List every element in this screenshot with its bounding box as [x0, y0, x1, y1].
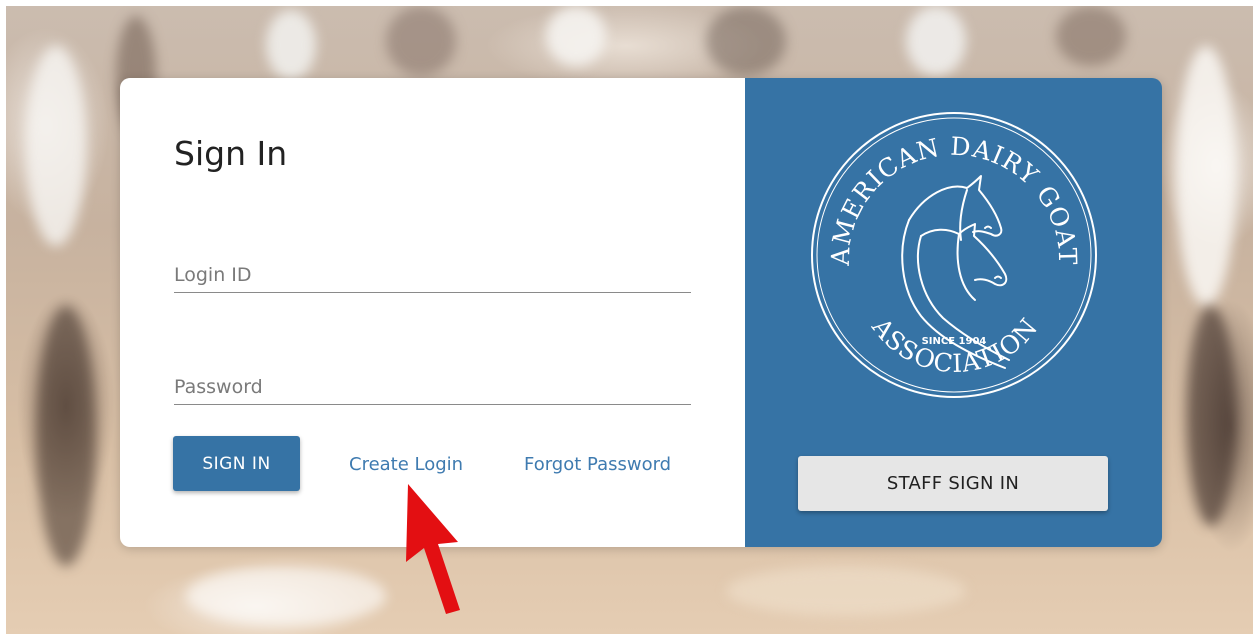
page-title: Sign In	[174, 134, 288, 173]
staff-sign-in-button[interactable]: STAFF SIGN IN	[798, 456, 1108, 511]
red-arrow-icon	[406, 484, 460, 614]
page: Sign In SIGN IN Create Login Forgot Pass…	[0, 0, 1253, 634]
adga-logo-icon: AMERICAN DAIRY GOAT ASSOCIATION SINCE 19…	[811, 112, 1097, 398]
forgot-password-link[interactable]: Forgot Password	[524, 454, 671, 475]
branding-panel: AMERICAN DAIRY GOAT ASSOCIATION SINCE 19…	[745, 78, 1162, 547]
password-input[interactable]	[174, 370, 691, 405]
login-id-input[interactable]	[174, 258, 691, 293]
signin-card: Sign In SIGN IN Create Login Forgot Pass…	[120, 78, 1162, 547]
signin-panel: Sign In SIGN IN Create Login Forgot Pass…	[120, 78, 745, 547]
sign-in-button[interactable]: SIGN IN	[173, 436, 300, 491]
create-login-link[interactable]: Create Login	[349, 454, 463, 475]
logo-since-text: SINCE 1904	[922, 336, 987, 347]
